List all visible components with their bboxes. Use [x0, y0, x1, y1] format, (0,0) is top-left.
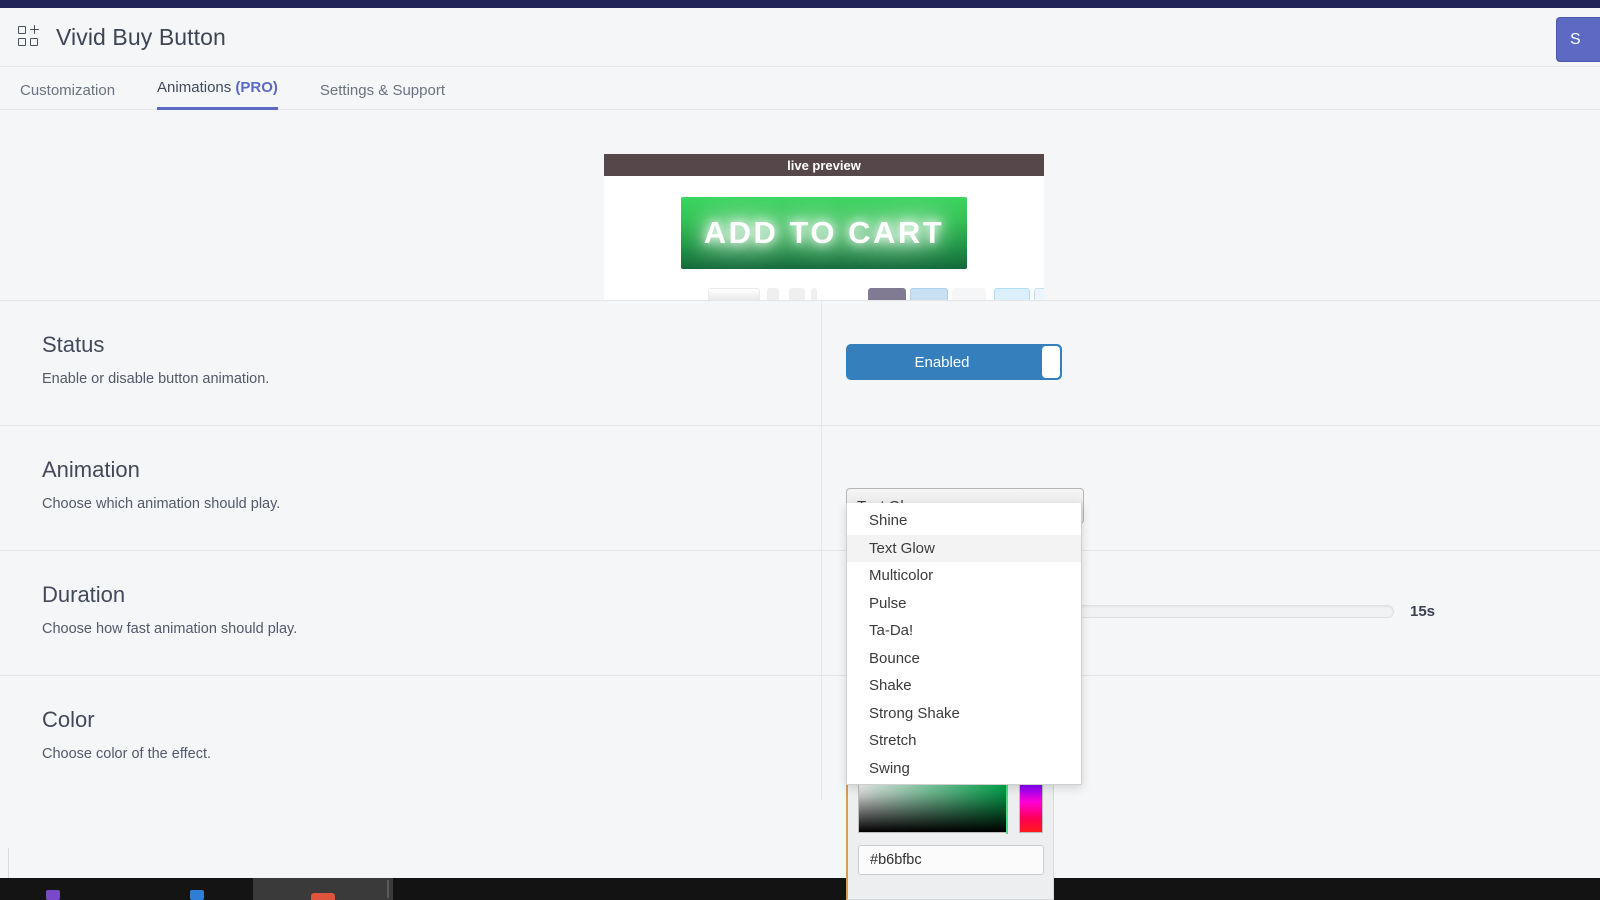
- color-picker-popup[interactable]: #b6bfbc: [846, 772, 1054, 900]
- row-animation: Animation Choose which animation should …: [0, 425, 1600, 550]
- dropdown-option-bounce[interactable]: Bounce: [847, 645, 1081, 673]
- row-status-left: Status Enable or disable button animatio…: [0, 301, 822, 425]
- live-preview-bar-label: live preview: [787, 157, 861, 173]
- save-button[interactable]: S: [1556, 17, 1600, 62]
- taskbar-app-icon-purple[interactable]: [46, 890, 60, 900]
- color-picker-saturation-area[interactable]: [858, 783, 1008, 834]
- grid-plus-icon: [18, 25, 42, 49]
- taskbar-app-icon-blue[interactable]: [190, 890, 204, 900]
- window-left-edge: [8, 848, 9, 878]
- tab-animations-pro-badge: (PRO): [235, 79, 278, 96]
- taskbar-active-window[interactable]: [253, 878, 393, 900]
- row-color: Color Choose color of the effect.: [0, 675, 1600, 800]
- duration-value-label: 15s: [1410, 603, 1436, 620]
- dropdown-option-strong-shake[interactable]: Strong Shake: [847, 700, 1081, 728]
- add-to-cart-preview-button[interactable]: ADD TO CART: [681, 197, 967, 269]
- status-toggle[interactable]: Enabled: [846, 344, 1062, 380]
- row-animation-left: Animation Choose which animation should …: [0, 426, 822, 550]
- row-status-right: Enabled: [822, 301, 1600, 425]
- row-duration-left: Duration Choose how fast animation shoul…: [0, 551, 822, 675]
- settings-rows: Status Enable or disable button animatio…: [0, 300, 1600, 800]
- row-status-desc: Enable or disable button animation.: [42, 371, 270, 387]
- row-duration-desc: Choose how fast animation should play.: [42, 621, 298, 637]
- color-picker-row: [858, 783, 1043, 834]
- dropdown-option-shine[interactable]: Shine: [847, 507, 1081, 535]
- live-preview-stage: ADD TO CART: [604, 176, 1044, 300]
- tab-customization[interactable]: Customization: [20, 82, 115, 110]
- preview-page-ghost-elements: [604, 286, 1044, 300]
- row-duration-title: Duration: [42, 582, 126, 607]
- tab-bar: Customization Animations (PRO) Settings …: [0, 68, 1600, 110]
- color-hex-input[interactable]: #b6bfbc: [858, 845, 1044, 875]
- tab-animations-label: Animations: [157, 79, 236, 96]
- taskbar-segment-left[interactable]: [0, 878, 253, 900]
- row-status-title: Status: [42, 332, 105, 357]
- save-button-label: S: [1570, 30, 1581, 48]
- app-root: Vivid Buy Button S Customization Animati…: [0, 0, 1600, 900]
- color-picker-handle[interactable]: [1006, 784, 1008, 834]
- tab-settings-support-label: Settings & Support: [319, 82, 445, 99]
- browser-top-strip: [0, 0, 1600, 8]
- dropdown-option-multicolor[interactable]: Multicolor: [847, 562, 1081, 590]
- app-header: Vivid Buy Button: [0, 8, 1600, 67]
- dropdown-option-swing[interactable]: Swing: [847, 755, 1081, 783]
- os-taskbar[interactable]: [0, 878, 1600, 900]
- row-status: Status Enable or disable button animatio…: [0, 300, 1600, 425]
- dropdown-option-stretch[interactable]: Stretch: [847, 727, 1081, 755]
- color-hex-value: #b6bfbc: [870, 852, 922, 868]
- tab-customization-label: Customization: [20, 82, 116, 99]
- status-toggle-label: Enabled: [914, 353, 970, 371]
- taskbar-app-icon-red[interactable]: [311, 893, 335, 900]
- dropdown-option-ta-da[interactable]: Ta-Da!: [847, 617, 1081, 645]
- row-color-left: Color Choose color of the effect.: [0, 676, 822, 800]
- row-animation-title: Animation: [42, 457, 140, 482]
- tab-settings-support[interactable]: Settings & Support: [320, 82, 445, 110]
- animation-dropdown-menu[interactable]: Shine Text Glow Multicolor Pulse Ta-Da! …: [846, 503, 1082, 785]
- row-duration: Duration Choose how fast animation shoul…: [0, 550, 1600, 675]
- color-picker-hue-strip[interactable]: [1019, 783, 1043, 833]
- live-preview-box: live preview ADD TO CART: [604, 154, 1044, 300]
- page-title: Vivid Buy Button: [56, 23, 226, 50]
- taskbar-divider: [387, 880, 389, 898]
- row-color-desc: Choose color of the effect.: [42, 746, 212, 762]
- dropdown-option-pulse[interactable]: Pulse: [847, 590, 1081, 618]
- dropdown-option-text-glow[interactable]: Text Glow: [847, 534, 1081, 562]
- live-preview-area: live preview ADD TO CART: [0, 111, 1600, 300]
- tab-animations[interactable]: Animations (PRO): [157, 79, 278, 110]
- live-preview-bar: live preview: [604, 154, 1044, 176]
- add-to-cart-label: ADD TO CART: [703, 215, 945, 250]
- row-animation-desc: Choose which animation should play.: [42, 496, 281, 512]
- dropdown-option-shake[interactable]: Shake: [847, 672, 1081, 700]
- status-toggle-knob[interactable]: [1042, 346, 1060, 378]
- row-color-title: Color: [42, 707, 95, 732]
